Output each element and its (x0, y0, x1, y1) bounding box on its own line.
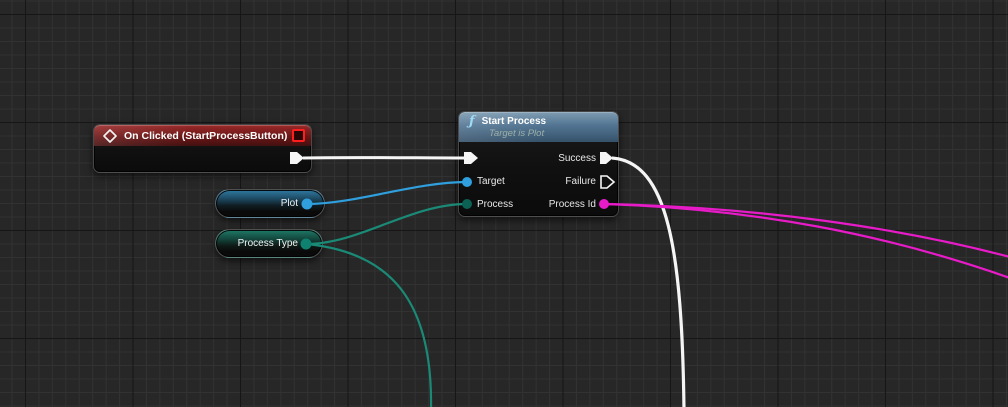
function-node-title: Start Process (481, 115, 547, 127)
pin-label-failure: Failure (565, 176, 596, 187)
function-f-icon: ƒ (469, 113, 475, 129)
event-diamond-icon (102, 128, 118, 143)
function-node-start-process[interactable]: ƒ Start Process Target is Plot Target Pr… (458, 111, 619, 217)
function-node-header[interactable]: ƒ Start Process Target is Plot (459, 112, 618, 142)
variable-node-process-type[interactable]: Process Type (215, 229, 323, 258)
event-node-header[interactable]: On Clicked (StartProcessButton) (94, 125, 311, 146)
pin-label-success: Success (558, 153, 596, 164)
pin-label-process-id: Process Id (548, 199, 596, 210)
pin-label-process: Process (477, 199, 514, 210)
wire-success-offscreen[interactable] (611, 156, 686, 407)
event-node-title: On Clicked (StartProcessButton) (124, 129, 288, 142)
variable-node-plot[interactable]: Plot (215, 189, 325, 218)
variable-plot-label: Plot (280, 198, 298, 209)
wire-processtype-to-process[interactable] (305, 202, 468, 246)
delegate-pin-icon[interactable] (292, 129, 305, 142)
blueprint-graph-canvas[interactable]: On Clicked (StartProcessButton) ƒ Start … (0, 0, 1008, 407)
event-node-on-clicked[interactable]: On Clicked (StartProcessButton) (93, 124, 312, 173)
wire-process-id-offscreen-1[interactable] (603, 202, 1008, 258)
wire-plot-to-target[interactable] (306, 180, 468, 206)
function-node-subtitle: Target is Plot (489, 127, 545, 139)
wire-process-id-offscreen-2[interactable] (603, 202, 1008, 279)
pin-label-target: Target (477, 176, 505, 187)
variable-process-type-label: Process Type (237, 238, 298, 249)
wire-processtype-branch-offscreen[interactable] (305, 242, 433, 407)
